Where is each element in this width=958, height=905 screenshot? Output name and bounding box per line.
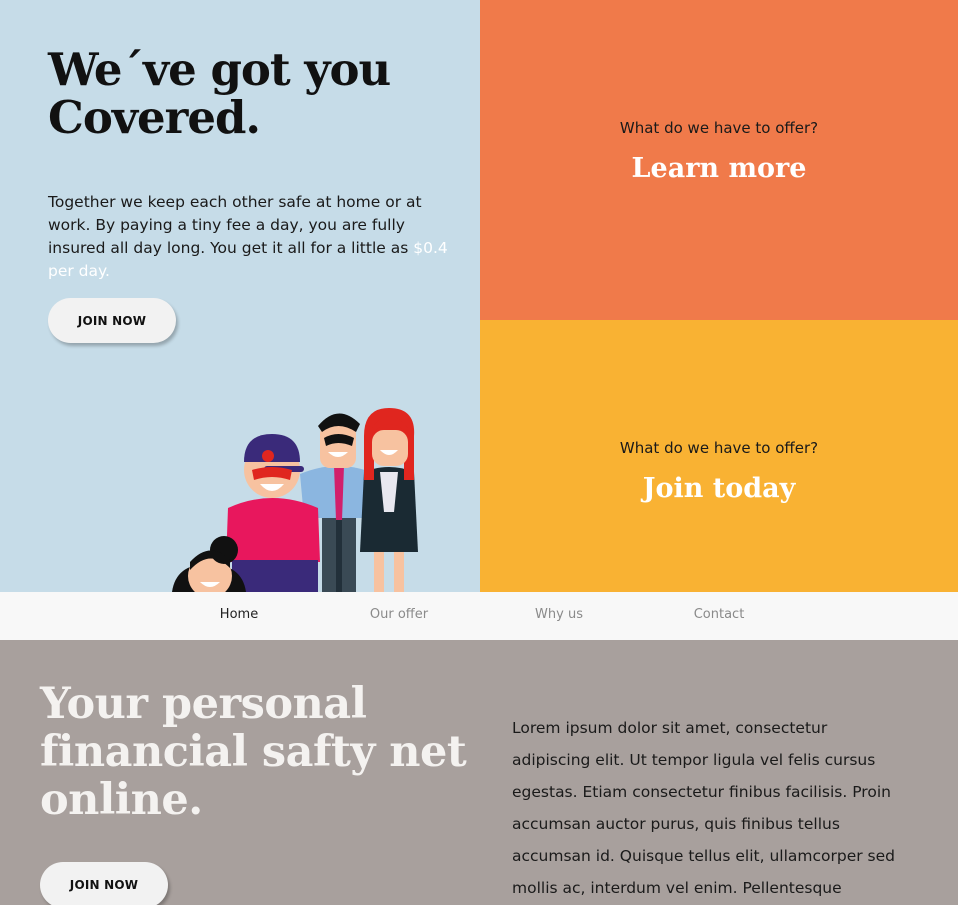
offer-question: What do we have to offer? — [619, 119, 819, 137]
main-nav: Home Our offer Why us Contact — [0, 592, 958, 640]
offer-question: What do we have to offer? — [619, 439, 819, 457]
hero-description-text: Together we keep each other safe at home… — [48, 193, 422, 257]
section-join-now-button[interactable]: JOIN NOW — [40, 862, 168, 905]
nav-item-our-offer[interactable]: Our offer — [370, 607, 428, 622]
section-title-line1: Your personal — [40, 679, 367, 729]
hero-title: We´ve got you Covered. — [48, 43, 391, 144]
section-title-line3: online. — [40, 775, 203, 825]
hero-panel: We´ve got you Covered. Together we keep … — [0, 0, 480, 592]
section-title: Your personal financial safty net online… — [40, 679, 467, 825]
learn-more-link[interactable]: Learn more — [480, 153, 958, 184]
hero-title-line1: We´ve got you — [48, 43, 391, 96]
section-title-line2: financial safty net — [40, 727, 467, 777]
woman-figure — [360, 408, 418, 592]
hero-title-line2: Covered. — [48, 91, 261, 144]
hero: We´ve got you Covered. Together we keep … — [0, 0, 958, 592]
section-body-text: Lorem ipsum dolor sit amet, consectetur … — [512, 719, 895, 897]
hero-description: Together we keep each other safe at home… — [48, 191, 448, 283]
nav-item-home[interactable]: Home — [220, 607, 258, 622]
offer-tile-join-today: What do we have to offer? Join today — [480, 320, 958, 592]
join-today-link[interactable]: Join today — [480, 473, 958, 504]
nav-item-why-us[interactable]: Why us — [535, 607, 583, 622]
kid-figure — [226, 434, 320, 592]
hero-join-now-button[interactable]: JOIN NOW — [48, 298, 176, 343]
offer-tile-learn-more: What do we have to offer? Learn more — [480, 0, 958, 320]
nav-item-contact[interactable]: Contact — [694, 607, 745, 622]
family-illustration — [172, 408, 418, 592]
financial-safety-section: Your personal financial safty net online… — [0, 640, 958, 905]
